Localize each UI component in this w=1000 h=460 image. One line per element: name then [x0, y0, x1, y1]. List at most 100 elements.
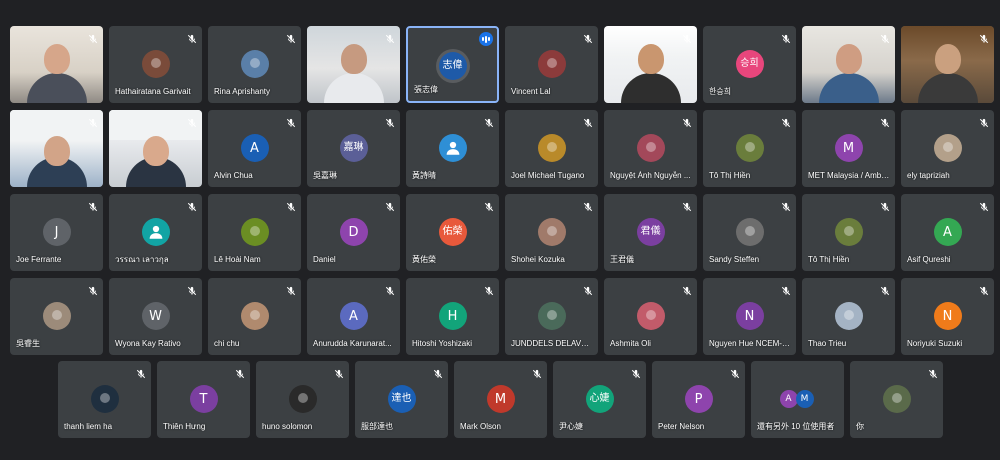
participant-tile[interactable]: M Mark Olson — [454, 361, 547, 438]
participant-tile[interactable]: ely tapriziah — [901, 110, 994, 187]
avatar: D — [339, 218, 368, 246]
participant-tile[interactable] — [901, 26, 994, 103]
mic-off-icon — [631, 366, 641, 379]
participant-tile[interactable]: Tô Thị Hiền — [802, 194, 895, 271]
mic-off-icon — [781, 283, 791, 296]
avatar: N — [735, 302, 764, 330]
profile-photo — [537, 50, 566, 78]
participant-tile[interactable]: M MET Malaysia / Ambu... — [802, 110, 895, 187]
mic-off-icon — [682, 199, 692, 212]
participant-name: Hitoshi Yoshizaki — [412, 339, 473, 348]
participant-tile[interactable]: Lê Hoài Nam — [208, 194, 301, 271]
more-participants-avatars: AM — [778, 385, 818, 413]
participant-name: 服部達也 — [361, 422, 393, 431]
profile-photo — [834, 302, 863, 330]
participant-tile[interactable]: Tô Thị Hiền — [703, 110, 796, 187]
participant-tile[interactable]: Rina Aprishanty — [208, 26, 301, 103]
participant-tile[interactable]: 志偉 張志偉 — [406, 26, 499, 103]
participant-tile[interactable] — [307, 26, 400, 103]
participant-tile[interactable]: H Hitoshi Yoshizaki — [406, 278, 499, 355]
participant-tile[interactable]: thanh liem ha — [58, 361, 151, 438]
mic-off-icon — [583, 199, 593, 212]
participant-tile[interactable] — [10, 26, 103, 103]
participant-tile[interactable]: 黃詩晴 — [406, 110, 499, 187]
participant-name: 你 — [856, 422, 864, 431]
participant-tile[interactable]: D Daniel — [307, 194, 400, 271]
participant-tile[interactable]: 你 — [850, 361, 943, 438]
participant-name: Anurudda Karunarat... — [313, 339, 392, 348]
participant-name: Tô Thị Hiền — [709, 171, 751, 180]
participant-tile[interactable]: N Nguyen Hue NCEM-V... — [703, 278, 796, 355]
participant-name: Peter Nelson — [658, 422, 705, 431]
participant-tile[interactable]: 吳睿生 — [10, 278, 103, 355]
participant-tile[interactable]: Sandy Steffen — [703, 194, 796, 271]
profile-photo — [882, 385, 911, 413]
participant-tile[interactable]: chi chu — [208, 278, 301, 355]
participant-name: Lê Hoài Nam — [214, 255, 261, 264]
participant-tile[interactable]: A M 還有另外 10 位使用者 — [751, 361, 844, 438]
participant-tile[interactable]: Nguyệt Ánh Nguyễn ... — [604, 110, 697, 187]
participant-tile[interactable] — [604, 26, 697, 103]
participant-tile[interactable]: Shohei Kozuka — [505, 194, 598, 271]
participant-tile[interactable] — [109, 110, 202, 187]
participant-tile[interactable]: P Peter Nelson — [652, 361, 745, 438]
participant-tile[interactable]: วรรณา เลาวกุล — [109, 194, 202, 271]
participant-tile[interactable]: 嘉琳 吳嘉琳 — [307, 110, 400, 187]
avatar: H — [438, 302, 467, 330]
participant-tile[interactable]: Vincent Lal — [505, 26, 598, 103]
participant-tile[interactable]: huno solomon — [256, 361, 349, 438]
avatar: A — [933, 218, 962, 246]
participant-tile[interactable] — [802, 26, 895, 103]
participant-tile[interactable]: A Asif Qureshi — [901, 194, 994, 271]
profile-photo — [537, 218, 566, 246]
participant-tile[interactable]: 佑榮 黃佑榮 — [406, 194, 499, 271]
participant-tile[interactable]: 君儀 王君儀 — [604, 194, 697, 271]
profile-photo — [735, 218, 764, 246]
participant-face — [638, 44, 664, 74]
mic-off-icon — [187, 199, 197, 212]
profile-photo — [537, 134, 566, 162]
mic-off-icon — [880, 31, 890, 44]
participant-tile[interactable]: N Noriyuki Suzuki — [901, 278, 994, 355]
participant-tile[interactable]: Thao Trieu — [802, 278, 895, 355]
default-avatar-icon — [141, 218, 170, 246]
participant-row: J Joe Ferrante วรรณา เลาวกุล Lê Hoài Nam D Da… — [0, 194, 1000, 271]
mic-off-icon — [334, 366, 344, 379]
participant-tile[interactable]: 達也 服部達也 — [355, 361, 448, 438]
avatar: M — [486, 385, 515, 413]
mic-off-icon — [532, 366, 542, 379]
participant-row: thanh liem ha T Thiên Hưng huno solomon 達也 服部… — [0, 361, 1000, 438]
avatar: A — [240, 134, 269, 162]
mic-off-icon — [385, 31, 395, 44]
participant-name: Thiên Hưng — [163, 422, 206, 431]
participant-tile[interactable]: Joel Michael Tugano — [505, 110, 598, 187]
participant-tile[interactable]: JUNDDELS DELAVEGA — [505, 278, 598, 355]
mic-off-icon — [88, 283, 98, 296]
profile-photo — [834, 218, 863, 246]
participant-tile[interactable]: Hathairatana Garivait — [109, 26, 202, 103]
participant-tile[interactable]: 心婕 尹心婕 — [553, 361, 646, 438]
avatar: W — [141, 302, 170, 330]
participant-name: 吳睿生 — [16, 339, 40, 348]
mic-off-icon — [235, 366, 245, 379]
participant-tile[interactable]: J Joe Ferrante — [10, 194, 103, 271]
mic-off-icon — [286, 283, 296, 296]
participant-tile[interactable]: T Thiên Hưng — [157, 361, 250, 438]
participant-body — [324, 73, 384, 103]
participant-body — [819, 73, 879, 103]
avatar: M — [795, 390, 814, 408]
participant-name: Vincent Lal — [511, 87, 551, 96]
participant-tile[interactable]: A Alvin Chua — [208, 110, 301, 187]
profile-photo — [240, 302, 269, 330]
participant-tile[interactable]: W Wyona Kay Rativo — [109, 278, 202, 355]
participant-tile[interactable]: A Anurudda Karunarat... — [307, 278, 400, 355]
participant-tile[interactable]: 승희 한승희 — [703, 26, 796, 103]
avatar: 嘉琳 — [339, 134, 368, 162]
participant-tile[interactable]: Ashmita Oli — [604, 278, 697, 355]
participant-face — [44, 136, 70, 166]
participant-face — [143, 136, 169, 166]
participant-name: 尹心婕 — [559, 422, 583, 431]
participant-tile[interactable] — [10, 110, 103, 187]
profile-photo — [537, 302, 566, 330]
participant-name: Tô Thị Hiền — [808, 255, 850, 264]
